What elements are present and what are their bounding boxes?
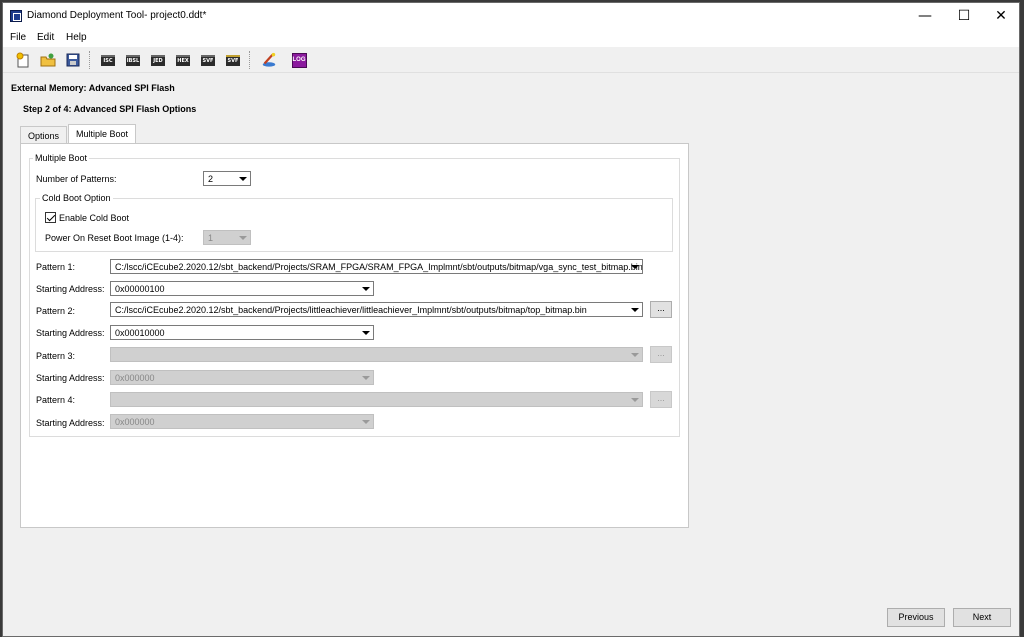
- chevron-down-icon: [631, 398, 639, 402]
- pattern3-label: Pattern 3:: [36, 351, 76, 361]
- pattern3-browse-button[interactable]: ...: [650, 346, 672, 363]
- starting-address2-select[interactable]: 0x00010000: [110, 325, 374, 340]
- chevron-down-icon: [362, 376, 370, 380]
- pattern3-select[interactable]: [110, 347, 643, 362]
- wizard-icon[interactable]: [261, 52, 277, 68]
- hex-icon[interactable]: HEX: [175, 52, 191, 68]
- chevron-down-icon: [631, 353, 639, 357]
- multiple-boot-group-label: Multiple Boot: [33, 153, 90, 163]
- minimize-button[interactable]: —: [907, 3, 943, 29]
- multiple-boot-panel: Multiple Boot Number of Patterns: 2 Cold…: [20, 143, 689, 528]
- window-title: Diamond Deployment Tool- project0.ddt*: [27, 10, 207, 21]
- por-boot-image-select[interactable]: 1: [203, 230, 251, 245]
- por-boot-image-label: Power On Reset Boot Image (1-4):: [45, 233, 184, 243]
- toolbar: ISC IBSL JED HEX SVF SVF LOG: [3, 47, 1019, 73]
- starting-address3-label: Starting Address:: [36, 373, 105, 383]
- previous-button[interactable]: Previous: [887, 608, 945, 627]
- pattern4-browse-button[interactable]: ...: [650, 391, 672, 408]
- new-file-icon[interactable]: [15, 52, 31, 68]
- pattern2-browse-button[interactable]: ...: [650, 301, 672, 318]
- step-subheading: Step 2 of 4: Advanced SPI Flash Options: [23, 104, 197, 114]
- menu-help[interactable]: Help: [66, 32, 87, 43]
- chevron-down-icon: [239, 236, 247, 240]
- num-patterns-select[interactable]: 2: [203, 171, 251, 186]
- svf-bundle-icon[interactable]: SVF: [225, 52, 241, 68]
- tab-options[interactable]: Options: [20, 126, 68, 143]
- pattern1-label: Pattern 1:: [36, 262, 76, 272]
- chevron-down-icon: [362, 420, 370, 424]
- pattern2-select[interactable]: C:/lscc/iCEcube2.2020.12/sbt_backend/Pro…: [110, 302, 643, 317]
- starting-address4-label: Starting Address:: [36, 418, 105, 428]
- pattern1-select[interactable]: C:/lscc/iCEcube2.2020.12/sbt_backend/Pro…: [110, 259, 643, 274]
- starting-address1-select[interactable]: 0x00000100: [110, 281, 374, 296]
- cold-boot-group: [35, 198, 673, 252]
- log-icon[interactable]: LOG: [291, 52, 307, 68]
- num-patterns-label: Number of Patterns:: [36, 174, 117, 184]
- toolbar-separator: [89, 51, 90, 69]
- pattern4-select[interactable]: [110, 392, 643, 407]
- open-folder-icon[interactable]: [40, 52, 56, 68]
- pattern4-label: Pattern 4:: [36, 395, 76, 405]
- starting-address1-label: Starting Address:: [36, 284, 105, 294]
- menu-edit[interactable]: Edit: [37, 32, 54, 43]
- jed-icon[interactable]: JED: [150, 52, 166, 68]
- chevron-down-icon: [239, 177, 247, 181]
- chevron-down-icon: [362, 331, 370, 335]
- enable-cold-boot-checkbox[interactable]: [45, 212, 56, 223]
- menu-bar: File Edit Help: [3, 29, 1019, 47]
- ibsl-icon[interactable]: IBSL: [125, 52, 141, 68]
- chevron-down-icon: [362, 287, 370, 291]
- page-heading: External Memory: Advanced SPI Flash: [11, 83, 175, 93]
- tab-multiple-boot[interactable]: Multiple Boot: [68, 124, 137, 143]
- next-button[interactable]: Next: [953, 608, 1011, 627]
- svf-icon[interactable]: SVF: [200, 52, 216, 68]
- close-button[interactable]: ✕: [983, 3, 1019, 29]
- starting-address4-select[interactable]: 0x000000: [110, 414, 374, 429]
- starting-address2-label: Starting Address:: [36, 328, 105, 338]
- menu-file[interactable]: File: [10, 32, 26, 43]
- maximize-button[interactable]: ☐: [946, 3, 982, 29]
- main-window: Diamond Deployment Tool- project0.ddt* —…: [2, 2, 1020, 637]
- isc-icon[interactable]: ISC: [100, 52, 116, 68]
- title-bar: Diamond Deployment Tool- project0.ddt* —…: [3, 3, 1019, 29]
- toolbar-separator: [249, 51, 250, 69]
- save-icon[interactable]: [65, 52, 81, 68]
- pattern2-label: Pattern 2:: [36, 306, 76, 316]
- chevron-down-icon: [631, 308, 639, 312]
- enable-cold-boot-label: Enable Cold Boot: [59, 213, 130, 223]
- app-icon: [10, 10, 22, 22]
- cold-boot-group-label: Cold Boot Option: [40, 193, 113, 203]
- starting-address3-select[interactable]: 0x000000: [110, 370, 374, 385]
- chevron-down-icon: [631, 265, 639, 269]
